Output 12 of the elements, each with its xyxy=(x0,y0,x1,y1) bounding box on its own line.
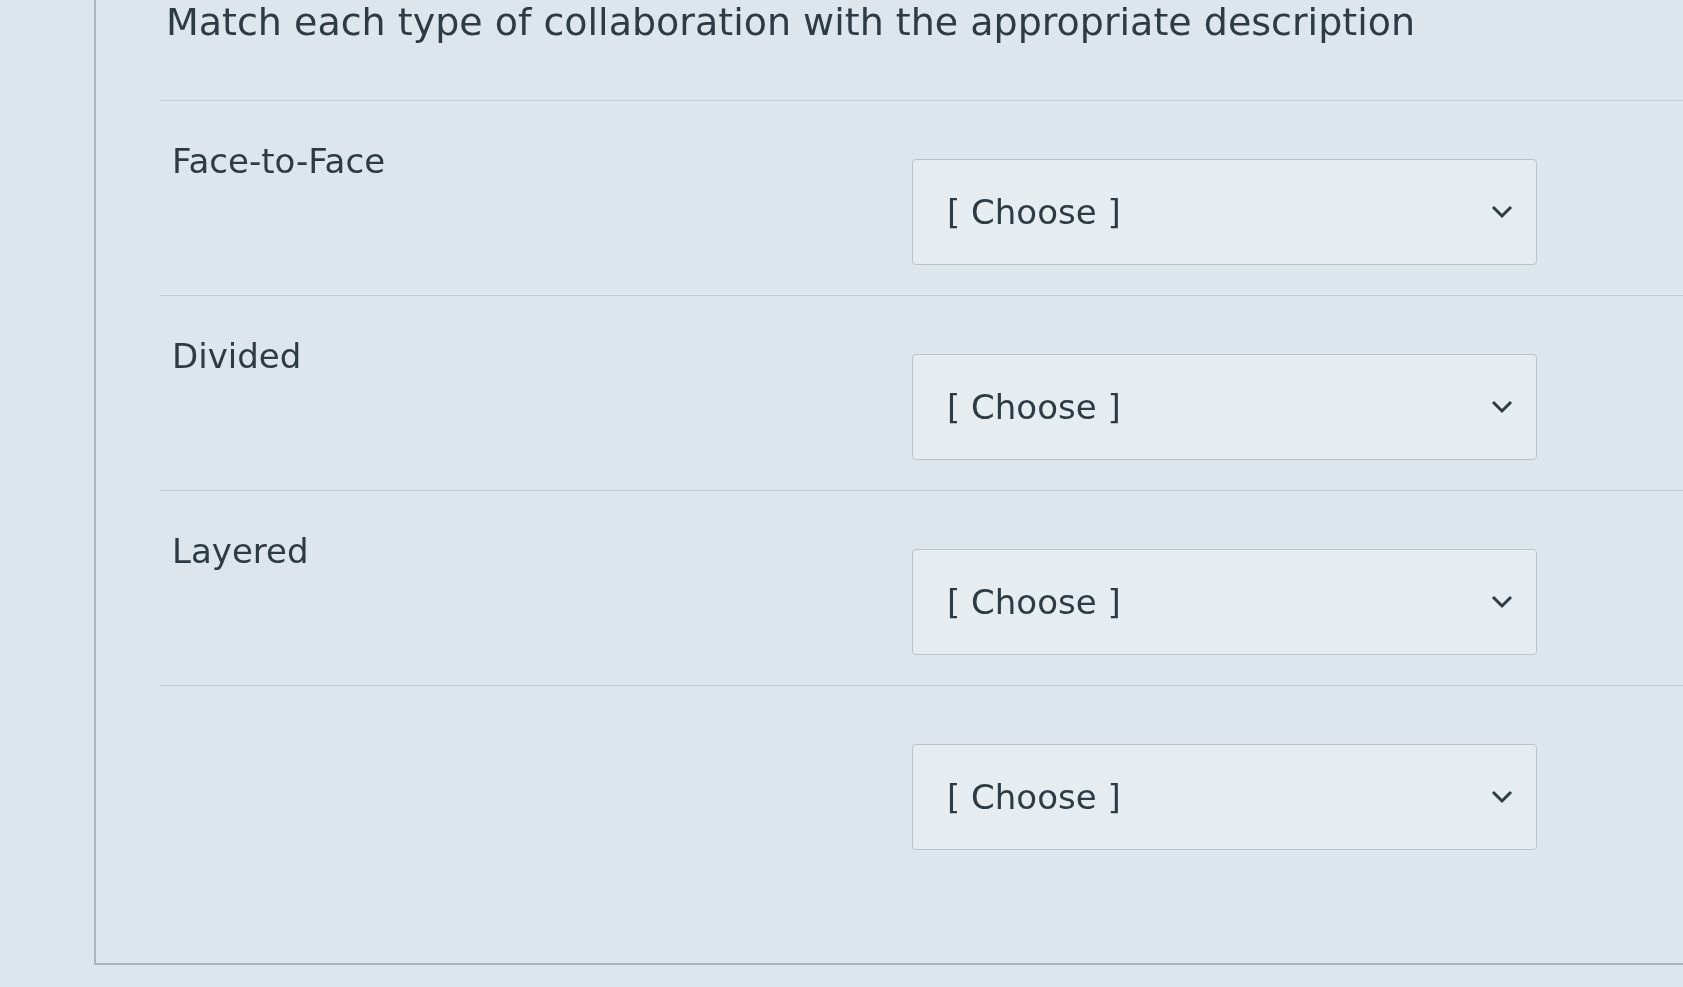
item-label: Face-to-Face xyxy=(172,141,386,181)
answer-dropdown[interactable]: [ Choose ] xyxy=(912,354,1537,460)
item-label: Divided xyxy=(172,336,302,376)
answer-dropdown[interactable]: [ Choose ] xyxy=(912,549,1537,655)
chevron-down-icon xyxy=(1490,399,1514,415)
answer-dropdown[interactable]: [ Choose ] xyxy=(912,744,1537,850)
question-text: Match each type of collaboration with the appropriate description xyxy=(165,0,1417,46)
chevron-down-icon xyxy=(1490,204,1514,220)
chevron-down-icon xyxy=(1490,789,1514,805)
chevron-down-icon xyxy=(1490,594,1514,610)
item-label: Layered xyxy=(172,531,309,571)
answer-dropdown[interactable]: [ Choose ] xyxy=(912,159,1537,265)
